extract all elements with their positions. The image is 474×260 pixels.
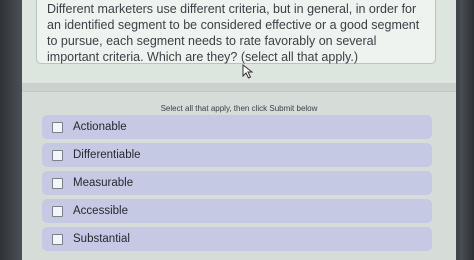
option-label: Accessible: [73, 205, 128, 217]
option-accessible[interactable]: Accessible: [42, 199, 432, 223]
checkbox[interactable]: [52, 149, 63, 161]
checkbox[interactable]: [52, 233, 63, 245]
option-substantial[interactable]: Substantial: [42, 227, 432, 251]
option-label: Actionable: [73, 121, 127, 133]
question-text: Different marketers use different criter…: [47, 2, 420, 64]
checkbox[interactable]: [52, 177, 63, 189]
checkbox[interactable]: [52, 121, 63, 133]
option-differentiable[interactable]: Differentiable: [42, 143, 432, 167]
section-divider: [22, 83, 456, 91]
option-label: Substantial: [73, 233, 130, 245]
quiz-panel: Different marketers use different criter…: [22, 0, 456, 260]
screen-bezel-left: [0, 0, 22, 260]
answer-options-box: Select all that apply, then click Submit…: [22, 91, 456, 260]
option-label: Differentiable: [73, 149, 141, 161]
mouse-cursor-icon: [242, 64, 254, 79]
option-measurable[interactable]: Measurable: [42, 171, 432, 195]
checkbox[interactable]: [52, 205, 63, 217]
option-label: Measurable: [73, 177, 134, 189]
instruction-text: Select all that apply, then click Submit…: [160, 104, 318, 113]
screen-bezel-right: [460, 0, 474, 260]
question-card: Different marketers use different criter…: [36, 0, 436, 64]
option-actionable[interactable]: Actionable: [42, 115, 432, 139]
